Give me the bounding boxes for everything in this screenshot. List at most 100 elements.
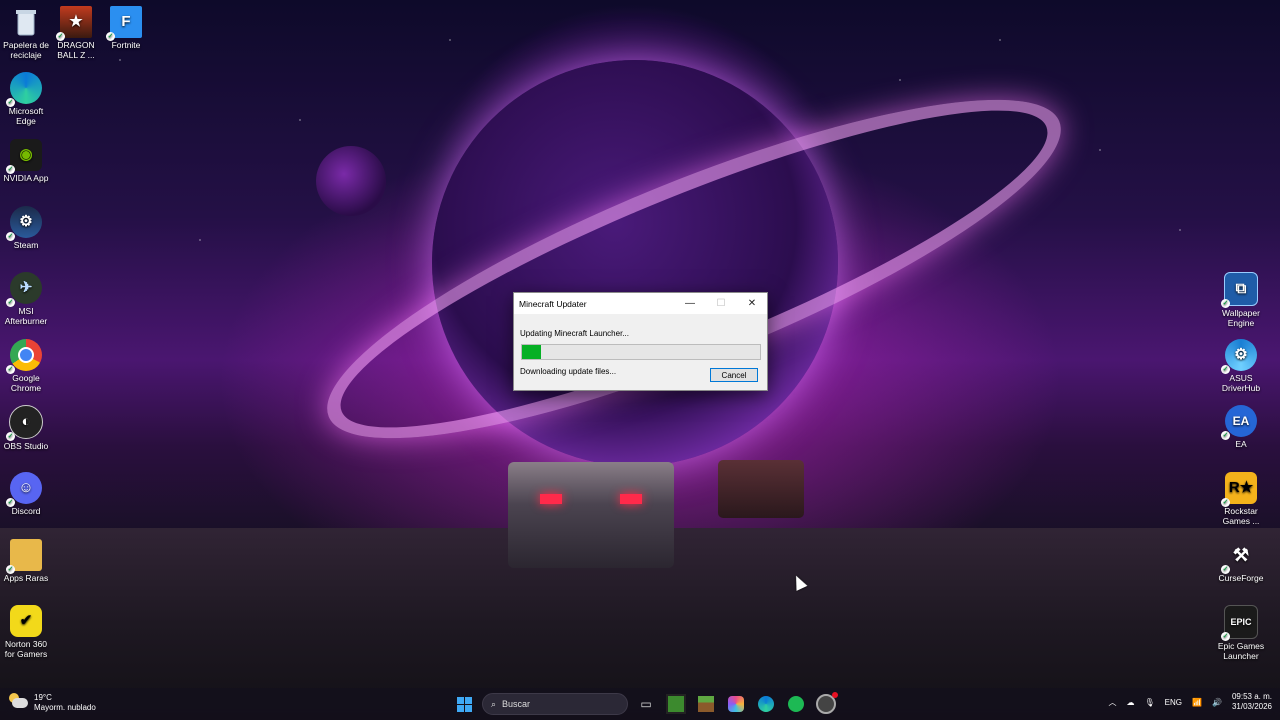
desktop-icon-label: Discord xyxy=(11,506,41,516)
desktop-icon-chrome[interactable]: ✓ Google Chrome xyxy=(0,339,52,393)
weather-widget[interactable]: 19°C Mayorm. nublado xyxy=(9,693,96,713)
download-status-text: Downloading update files... xyxy=(520,367,617,376)
desktop-icon-label: Apps Raras xyxy=(3,573,49,583)
taskbar-minecraft-launcher[interactable] xyxy=(664,692,688,716)
desktop-icon-nvidia[interactable]: ◉ ✓ NVIDIA App xyxy=(0,139,52,183)
chrome-like-icon xyxy=(816,692,838,714)
desktop-icon-dragon-ball[interactable]: ★ ✓ DRAGON BALL Z ... xyxy=(50,6,102,60)
folder-icon: ✓ xyxy=(6,539,42,574)
desktop-icon-label: Norton 360 for Gamers xyxy=(4,639,48,659)
taskbar-edge[interactable] xyxy=(754,692,778,716)
minecraft-icon xyxy=(666,694,686,714)
clock-date: 31/03/2026 xyxy=(1231,702,1272,711)
dragon-ball-icon: ★ ✓ xyxy=(56,6,92,41)
desktop-icon-label: Rockstar Games ... xyxy=(1222,506,1260,526)
ea-icon: EA ✓ xyxy=(1221,405,1257,440)
desktop-icon-label: Fortnite xyxy=(111,40,141,50)
clock-time: 09:53 a. m. xyxy=(1231,692,1272,701)
epic-games-icon: EPIC ✓ xyxy=(1221,605,1258,641)
taskbar-minecraft-legacy[interactable] xyxy=(694,692,718,716)
desktop-icon-obs[interactable]: ◐ ✓ OBS Studio xyxy=(0,405,52,451)
wallpaper-car-far xyxy=(718,460,804,518)
steam-icon: ⚙ ✓ xyxy=(6,206,42,241)
wallpaper-engine-icon: ⧉ ✓ xyxy=(1221,272,1258,308)
cloudy-weather-icon xyxy=(9,693,28,708)
edge-icon: ✓ xyxy=(6,72,42,107)
wifi-icon[interactable]: 📶 xyxy=(1192,698,1202,707)
dialog-titlebar[interactable]: Minecraft Updater — ☐ ✕ xyxy=(514,293,767,314)
desktop-icon-label: Google Chrome xyxy=(10,373,42,393)
fortnite-icon: F ✓ xyxy=(106,6,142,41)
desktop-icon-fortnite[interactable]: F ✓ Fortnite xyxy=(100,6,152,50)
minecraft-updater-dialog: Minecraft Updater — ☐ ✕ Updating Minecra… xyxy=(513,292,768,391)
desktop-icon-steam[interactable]: ⚙ ✓ Steam xyxy=(0,206,52,250)
curseforge-icon: ⚒ ✓ xyxy=(1221,545,1250,574)
desktop-icon-label: Microsoft Edge xyxy=(8,106,44,126)
msi-afterburner-icon: ✈ ✓ xyxy=(6,272,42,307)
desktop-icon-apps-raras[interactable]: ✓ Apps Raras xyxy=(0,539,52,583)
dialog-title: Minecraft Updater xyxy=(519,298,587,309)
desktop-icon-norton[interactable]: ✔ Norton 360 for Gamers xyxy=(0,605,52,659)
search-placeholder: Buscar xyxy=(502,699,531,709)
desktop-icon-rockstar[interactable]: R★ ✓ Rockstar Games ... xyxy=(1215,472,1267,526)
minecraft-legacy-icon xyxy=(698,696,714,712)
desktop-icon-asus-driverhub[interactable]: ⚙ ✓ ASUS DriverHub xyxy=(1215,339,1267,393)
desktop-icon-label: ASUS DriverHub xyxy=(1221,373,1261,393)
minimize-button[interactable]: — xyxy=(675,293,705,314)
taskbar-copilot[interactable] xyxy=(724,692,748,716)
taskbar-search-box[interactable]: ⌕ Buscar xyxy=(482,693,628,715)
desktop-icon-label: MSI Afterburner xyxy=(4,306,48,326)
microphone-icon[interactable]: 🎙 xyxy=(1145,698,1155,707)
wallpaper-car-near xyxy=(508,462,674,568)
desktop-icon-recycle-bin[interactable]: Papelera de reciclaje xyxy=(0,6,52,60)
volume-icon[interactable]: 🔊 xyxy=(1212,698,1222,707)
taskbar-spotify[interactable] xyxy=(784,692,808,716)
asus-driverhub-icon: ⚙ ✓ xyxy=(1221,339,1257,374)
desktop-icon-ea[interactable]: EA ✓ EA xyxy=(1215,405,1267,449)
show-hidden-icons-chevron-icon[interactable]: ︿ xyxy=(1109,697,1117,708)
discord-icon: ☺ ✓ xyxy=(6,472,42,507)
task-view-button[interactable]: ▭ xyxy=(634,692,658,716)
desktop-icon-edge[interactable]: ✓ Microsoft Edge xyxy=(0,72,52,126)
language-indicator[interactable]: ENG xyxy=(1165,698,1182,707)
spotify-icon xyxy=(788,696,804,712)
chrome-icon: ✓ xyxy=(6,339,42,374)
rockstar-icon: R★ ✓ xyxy=(1221,472,1257,507)
copilot-icon xyxy=(728,696,744,712)
edge-icon xyxy=(758,696,774,712)
weather-temperature: 19°C xyxy=(34,693,52,702)
recycle-bin-icon xyxy=(10,6,42,38)
cancel-button[interactable]: Cancel xyxy=(710,368,758,382)
update-progress-bar xyxy=(521,344,761,360)
desktop-icon-label: DRAGON BALL Z ... xyxy=(57,40,95,60)
desktop-icon-epic-games[interactable]: EPIC ✓ Epic Games Launcher xyxy=(1215,605,1267,661)
obs-icon: ◐ ✓ xyxy=(6,405,43,441)
taskbar-clock[interactable]: 09:53 a. m. 31/03/2026 xyxy=(1232,692,1272,712)
task-view-icon: ▭ xyxy=(640,697,652,711)
taskbar-app-with-notification[interactable] xyxy=(814,692,838,716)
search-icon: ⌕ xyxy=(491,698,497,709)
start-button[interactable] xyxy=(452,692,476,716)
maximize-icon: ☐ xyxy=(716,298,726,309)
desktop-icon-label: OBS Studio xyxy=(3,441,49,451)
progress-fill xyxy=(522,345,542,359)
desktop-icon-label: Papelera de reciclaje xyxy=(3,40,49,60)
desktop-icon-label: Steam xyxy=(13,240,39,250)
desktop-icon-label: EA xyxy=(1235,439,1247,449)
onedrive-cloud-icon[interactable]: ☁ xyxy=(1127,698,1135,707)
desktop-icon-label: Epic Games Launcher xyxy=(1217,641,1265,661)
nvidia-icon: ◉ ✓ xyxy=(6,139,42,174)
desktop-icon-msi-afterburner[interactable]: ✈ ✓ MSI Afterburner xyxy=(0,272,52,326)
desktop-icon-wallpaper-engine[interactable]: ⧉ ✓ Wallpaper Engine xyxy=(1215,272,1267,328)
maximize-button: ☐ xyxy=(706,293,736,314)
windows-start-icon xyxy=(456,696,472,712)
desktop-icon-label: Wallpaper Engine xyxy=(1222,308,1260,328)
weather-description: Mayorm. nublado xyxy=(34,703,96,712)
desktop-icon-curseforge[interactable]: ⚒ ✓ CurseForge xyxy=(1215,539,1267,583)
minimize-icon: — xyxy=(685,298,695,309)
desktop-icon-discord[interactable]: ☺ ✓ Discord xyxy=(0,472,52,516)
desktop-icon-label: NVIDIA App xyxy=(3,173,49,183)
update-status-text: Updating Minecraft Launcher... xyxy=(520,329,629,338)
close-button[interactable]: ✕ xyxy=(737,293,767,314)
desktop-icon-label: CurseForge xyxy=(1218,573,1264,583)
